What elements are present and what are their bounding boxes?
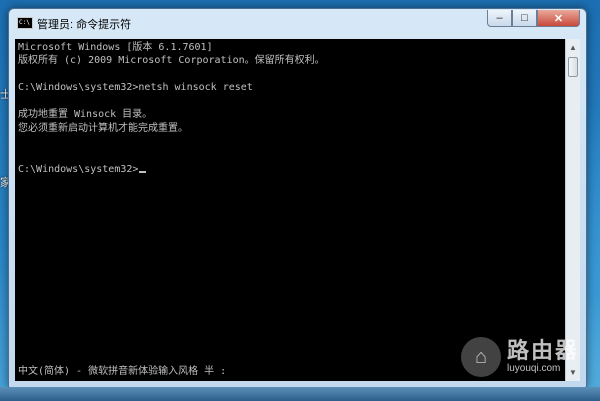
watermark-text: 路由器 bbox=[507, 338, 580, 363]
cmd-window: C:\ 管理员: 命令提示符 – □ ✕ Microsoft Windows [… bbox=[8, 8, 587, 388]
console-line: C:\Windows\system32>netsh winsock reset bbox=[18, 82, 253, 93]
title-bar[interactable]: C:\ 管理员: 命令提示符 – □ ✕ bbox=[9, 9, 586, 37]
taskbar bbox=[0, 387, 600, 401]
window-title: 管理员: 命令提示符 bbox=[37, 19, 132, 31]
desktop-icon-label[interactable]: 士 bbox=[0, 86, 11, 102]
desktop-icon-label[interactable]: 家 bbox=[0, 174, 11, 190]
scrollbar-thumb[interactable] bbox=[568, 57, 578, 77]
watermark: ⌂ 路由器 luyouqi.com bbox=[461, 337, 579, 377]
window-controls: – □ ✕ bbox=[487, 10, 580, 27]
ime-status-bar[interactable]: 中文(简体) - 微软拼音新体验输入风格 半 : bbox=[18, 365, 226, 379]
maximize-icon: □ bbox=[521, 12, 528, 24]
close-icon: ✕ bbox=[553, 12, 564, 25]
minimize-icon: – bbox=[496, 12, 503, 24]
scroll-up-arrow-icon[interactable]: ▲ bbox=[566, 40, 580, 55]
console-line: 成功地重置 Winsock 目录。 bbox=[18, 109, 153, 120]
prompt-line[interactable]: C:\Windows\system32> bbox=[18, 163, 147, 177]
cmd-icon[interactable]: C:\ bbox=[17, 17, 33, 29]
minimize-button[interactable]: – bbox=[487, 10, 512, 27]
watermark-url: luyouqi.com bbox=[507, 363, 561, 374]
close-button[interactable]: ✕ bbox=[537, 10, 580, 27]
console-line: 您必须重新启动计算机才能完成重置。 bbox=[18, 123, 188, 134]
text-cursor bbox=[139, 171, 147, 173]
console-output[interactable]: Microsoft Windows [版本 6.1.7601] 版权所有 (c)… bbox=[15, 39, 565, 381]
console-line: 版权所有 (c) 2009 Microsoft Corporation。保留所有… bbox=[18, 55, 325, 66]
maximize-button[interactable]: □ bbox=[512, 10, 537, 27]
vertical-scrollbar[interactable]: ▲ ▼ bbox=[565, 39, 580, 381]
command-prompt: C:\Windows\system32> bbox=[18, 164, 139, 175]
console-line: Microsoft Windows [版本 6.1.7601] bbox=[18, 42, 213, 53]
router-logo-icon: ⌂ bbox=[461, 337, 501, 377]
